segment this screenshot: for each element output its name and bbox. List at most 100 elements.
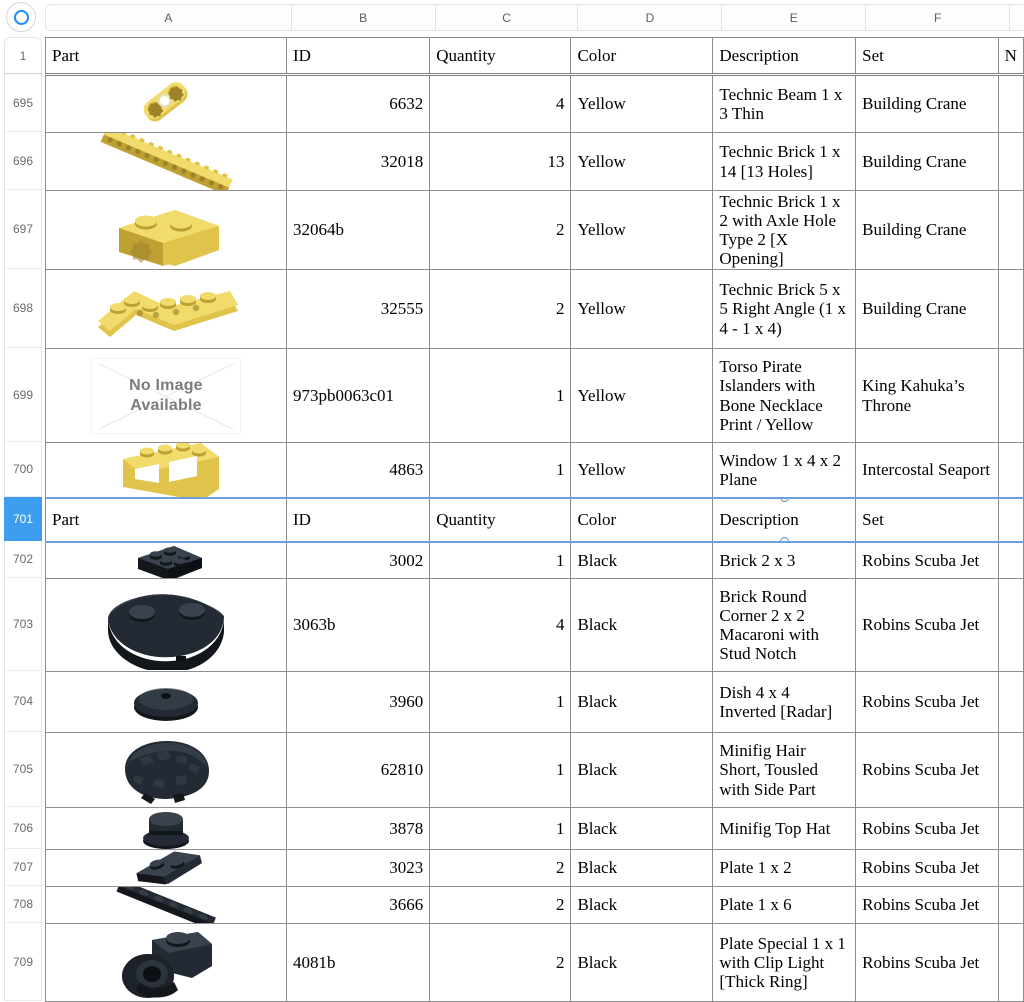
cell-set[interactable]: Building Crane xyxy=(855,132,999,191)
cell-notes[interactable] xyxy=(998,269,1024,349)
cell-description[interactable]: Brick 2 x 3 xyxy=(712,541,857,579)
row-header-698[interactable]: 698 xyxy=(4,269,42,348)
cell-id[interactable]: 3666 xyxy=(286,886,431,924)
cell-id[interactable]: 32555 xyxy=(286,269,431,349)
cell-description[interactable]: Window 1 x 4 x 2 Plane xyxy=(712,442,857,498)
column-header-g[interactable] xyxy=(1010,5,1024,30)
header-cell-D[interactable]: Color xyxy=(570,37,714,76)
cell-id[interactable]: 4863 xyxy=(286,442,431,498)
cell-part[interactable] xyxy=(45,541,287,579)
cell-id[interactable]: 3878 xyxy=(286,807,431,850)
cell-description[interactable]: Technic Beam 1 x 3 Thin xyxy=(712,74,857,133)
cell-notes[interactable] xyxy=(998,132,1024,191)
cell-set[interactable]: Set xyxy=(855,496,999,543)
cell-quantity[interactable]: Quantity xyxy=(429,496,572,543)
cell-part[interactable] xyxy=(45,74,287,133)
cell-quantity[interactable]: 1 xyxy=(429,541,572,579)
cell-quantity[interactable]: 1 xyxy=(429,732,572,808)
table-row[interactable]: 3878 1 Black Minifig Top Hat Robins Scuba Je… xyxy=(45,807,1024,850)
cell-id[interactable]: ID xyxy=(286,496,431,543)
cell-set[interactable]: Robins Scuba Jet xyxy=(855,849,999,887)
cell-color[interactable]: Black xyxy=(570,923,714,1002)
cell-set[interactable]: Robins Scuba Jet xyxy=(855,732,999,808)
cell-color[interactable]: Yellow xyxy=(570,132,714,191)
row-header-704[interactable]: 704 xyxy=(4,671,42,732)
column-header-f[interactable]: F xyxy=(866,5,1011,30)
row-header-706[interactable]: 706 xyxy=(4,807,42,849)
cell-notes[interactable] xyxy=(998,671,1024,733)
column-header-b[interactable]: B xyxy=(292,5,436,30)
cell-id[interactable]: 973pb0063c01 xyxy=(286,348,431,443)
cell-set[interactable]: Robins Scuba Jet xyxy=(855,541,999,579)
cell-color[interactable]: Yellow xyxy=(570,269,714,349)
cell-part[interactable] xyxy=(45,269,287,349)
cell-notes[interactable] xyxy=(998,732,1024,808)
cell-part[interactable] xyxy=(45,849,287,887)
cell-notes[interactable] xyxy=(998,923,1024,1002)
row-header-1[interactable]: 1 xyxy=(4,37,42,74)
table-row[interactable]: 3063b 4 Black Brick Round Corner 2 x 2 Maca… xyxy=(45,578,1024,672)
row-header-700[interactable]: 700 xyxy=(4,442,42,497)
cell-notes[interactable] xyxy=(998,74,1024,133)
cell-color[interactable]: Black xyxy=(570,807,714,850)
header-cell-G[interactable]: N xyxy=(998,37,1024,76)
row-header-697[interactable]: 697 xyxy=(4,190,42,269)
cell-quantity[interactable]: 2 xyxy=(429,190,572,270)
cell-set[interactable]: Robins Scuba Jet xyxy=(855,886,999,924)
cell-part[interactable] xyxy=(45,886,287,924)
cell-notes[interactable] xyxy=(998,190,1024,270)
cell-set[interactable]: King Kahuka’s Throne xyxy=(855,348,999,443)
table-row[interactable]: 62810 1 Black Minifig Hair Short, Tousled w… xyxy=(45,732,1024,808)
cell-part[interactable] xyxy=(45,132,287,191)
cell-id[interactable]: 6632 xyxy=(286,74,431,133)
cell-notes[interactable] xyxy=(998,849,1024,887)
table-row[interactable]: 32064b 2 Yellow Technic Brick 1 x 2 with Ax… xyxy=(45,190,1024,270)
cell-quantity[interactable]: 1 xyxy=(429,348,572,443)
table-row[interactable]: 4081b 2 Black Plate Special 1 x 1 with Clip… xyxy=(45,923,1024,1002)
header-cell-F[interactable]: Set xyxy=(855,37,999,76)
cell-set[interactable]: Robins Scuba Jet xyxy=(855,807,999,850)
cell-set[interactable]: Building Crane xyxy=(855,190,999,270)
cell-notes[interactable] xyxy=(998,496,1024,543)
row-header-702[interactable]: 702 xyxy=(4,541,42,578)
cell-color[interactable]: Yellow xyxy=(570,348,714,443)
cell-description[interactable]: Technic Brick 1 x 2 with Axle Hole Type … xyxy=(712,190,857,270)
cell-grid[interactable]: Part ID Quantity Color Description Set N 6632 4 Y… xyxy=(45,37,1024,1002)
cell-part[interactable] xyxy=(45,807,287,850)
cell-part[interactable] xyxy=(45,190,287,270)
cell-part[interactable] xyxy=(45,578,287,672)
cell-set[interactable]: Building Crane xyxy=(855,269,999,349)
cell-color[interactable]: Black xyxy=(570,541,714,579)
cell-id[interactable]: 32018 xyxy=(286,132,431,191)
cell-description[interactable]: Dish 4 x 4 Inverted [Radar] xyxy=(712,671,857,733)
cell-quantity[interactable]: 1 xyxy=(429,807,572,850)
cell-id[interactable]: 3063b xyxy=(286,578,431,672)
row-header-708[interactable]: 708 xyxy=(4,886,42,923)
column-header-d[interactable]: D xyxy=(578,5,723,30)
selection-handle-top[interactable] xyxy=(779,499,789,502)
cell-set[interactable]: Robins Scuba Jet xyxy=(855,671,999,733)
cell-color[interactable]: Yellow xyxy=(570,190,714,270)
column-header-e[interactable]: E xyxy=(722,5,867,30)
cell-color[interactable]: Black xyxy=(570,671,714,733)
cell-description[interactable]: Brick Round Corner 2 x 2 Macaroni with S… xyxy=(712,578,857,672)
cell-part[interactable] xyxy=(45,671,287,733)
cell-part[interactable] xyxy=(45,442,287,498)
cell-id[interactable]: 32064b xyxy=(286,190,431,270)
cell-notes[interactable] xyxy=(998,541,1024,579)
row-header-703[interactable]: 703 xyxy=(4,578,42,671)
cell-color[interactable]: Yellow xyxy=(570,74,714,133)
row-header-701[interactable]: 701 xyxy=(4,497,42,541)
table-row[interactable]: 6632 4 Yellow Technic Beam 1 x 3 Thin Buildi… xyxy=(45,74,1024,133)
cell-description[interactable]: Plate 1 x 6 xyxy=(712,886,857,924)
table-row[interactable]: Part ID Quantity Color Description Set xyxy=(45,496,1024,543)
row-header-709[interactable]: 709 xyxy=(4,923,42,1001)
cell-id[interactable]: 3960 xyxy=(286,671,431,733)
cell-quantity[interactable]: 1 xyxy=(429,442,572,498)
cell-color[interactable]: Black xyxy=(570,732,714,808)
cell-description[interactable]: Torso Pirate Islanders with Bone Necklac… xyxy=(712,348,857,443)
row-header-705[interactable]: 705 xyxy=(4,732,42,807)
column-header-c[interactable]: C xyxy=(436,5,579,30)
select-all-handle[interactable] xyxy=(6,2,36,32)
cell-notes[interactable] xyxy=(998,807,1024,850)
